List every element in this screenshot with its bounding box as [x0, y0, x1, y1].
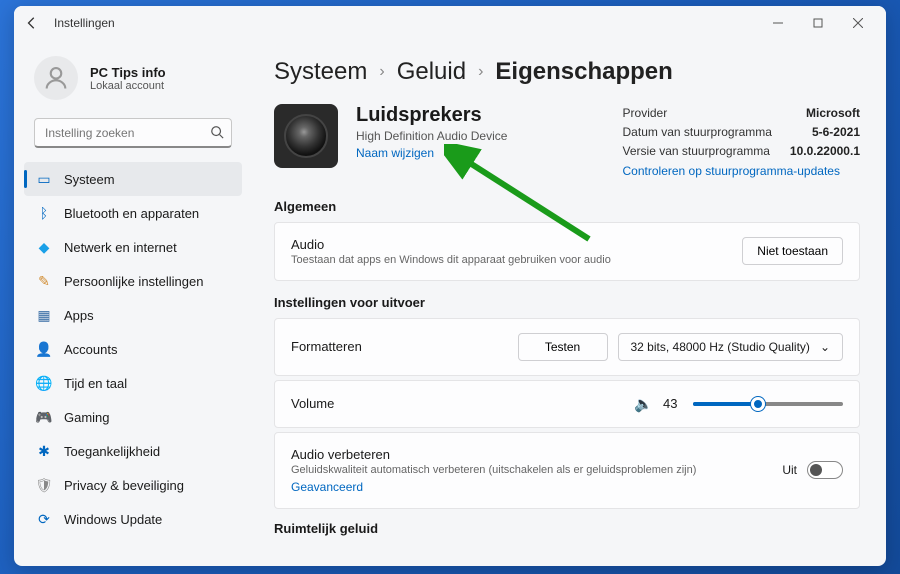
sidebar-item-tijd[interactable]: 🌐 Tijd en taal [24, 366, 242, 400]
section-output: Instellingen voor uitvoer [274, 295, 860, 310]
sidebar-item-systeem[interactable]: ▭ Systeem [24, 162, 242, 196]
sidebar-item-update[interactable]: ⟳ Windows Update [24, 502, 242, 536]
sidebar-item-apps[interactable]: ▦ Apps [24, 298, 242, 332]
chevron-right-icon: › [379, 63, 384, 81]
brush-icon: ✎ [36, 273, 52, 290]
nav-list: ▭ Systeem ᛒ Bluetooth en apparaten ◆ Net… [24, 162, 242, 536]
accessibility-icon: ✱ [36, 443, 52, 460]
disallow-button[interactable]: Niet toestaan [742, 237, 843, 265]
audio-card: Audio Toestaan dat apps en Windows dit a… [274, 222, 860, 281]
shield-icon: 🛡 [36, 477, 52, 494]
section-spatial: Ruimtelijk geluid [274, 521, 860, 536]
enhance-title: Audio verbeteren [291, 447, 782, 462]
volume-slider[interactable] [693, 402, 843, 406]
driver-info: Provider Microsoft Datum van stuurprogram… [623, 104, 860, 181]
driver-version-value: 10.0.22000.1 [790, 142, 860, 161]
sidebar-item-label: Privacy & beveiliging [64, 478, 184, 493]
check-updates-link[interactable]: Controleren op stuurprogramma-updates [623, 164, 840, 178]
sidebar: PC Tips info Lokaal account ▭ Systeem ᛒ … [14, 40, 248, 566]
sidebar-item-label: Tijd en taal [64, 376, 127, 391]
controller-icon: 🎮 [36, 409, 52, 426]
search-icon [210, 125, 224, 142]
format-select[interactable]: 32 bits, 48000 Hz (Studio Quality) ⌄ [618, 333, 844, 361]
format-label: Formatteren [291, 339, 518, 354]
rename-link[interactable]: Naam wijzigen [356, 146, 434, 160]
speaker-icon [274, 104, 338, 168]
sidebar-item-label: Netwerk en internet [64, 240, 177, 255]
search-input[interactable] [34, 118, 232, 148]
window-title: Instellingen [54, 16, 115, 30]
sidebar-item-label: Apps [64, 308, 94, 323]
sidebar-item-persoonlijk[interactable]: ✎ Persoonlijke instellingen [24, 264, 242, 298]
user-name: PC Tips info [90, 65, 166, 80]
enhance-card: Audio verbeteren Geluidskwaliteit automa… [274, 432, 860, 509]
enhance-sub: Geluidskwaliteit automatisch verbeteren … [291, 464, 782, 476]
volume-value: 43 [663, 396, 683, 411]
format-value: 32 bits, 48000 Hz (Studio Quality) [631, 340, 810, 354]
volume-label: Volume [291, 396, 634, 411]
sidebar-item-label: Toegankelijkheid [64, 444, 160, 459]
device-header: Luidsprekers High Definition Audio Devic… [274, 104, 860, 181]
driver-date-label: Datum van stuurprogramma [623, 123, 772, 142]
back-button[interactable] [22, 13, 42, 33]
close-button[interactable] [838, 8, 878, 38]
wifi-icon: ◆ [36, 239, 52, 256]
test-button[interactable]: Testen [518, 333, 608, 361]
sidebar-item-netwerk[interactable]: ◆ Netwerk en internet [24, 230, 242, 264]
breadcrumb: Systeem › Geluid › Eigenschappen [274, 58, 860, 86]
chevron-down-icon: ⌄ [820, 340, 830, 354]
sidebar-item-privacy[interactable]: 🛡 Privacy & beveiliging [24, 468, 242, 502]
speaker-small-icon[interactable]: 🔈 [634, 395, 653, 413]
device-title: Luidsprekers [356, 104, 556, 127]
sidebar-item-label: Accounts [64, 342, 117, 357]
display-icon: ▭ [36, 171, 52, 188]
user-block[interactable]: PC Tips info Lokaal account [24, 48, 242, 114]
globe-icon: 🌐 [36, 375, 52, 392]
format-card: Formatteren Testen 32 bits, 48000 Hz (St… [274, 318, 860, 376]
bluetooth-icon: ᛒ [36, 205, 52, 221]
settings-window: Instellingen PC Tips info Lokaal a [14, 6, 886, 566]
driver-date-value: 5-6-2021 [812, 123, 860, 142]
sidebar-item-label: Gaming [64, 410, 110, 425]
sidebar-item-label: Windows Update [64, 512, 162, 527]
avatar [34, 56, 78, 100]
audio-sub: Toestaan dat apps en Windows dit apparaa… [291, 254, 742, 266]
minimize-button[interactable] [758, 8, 798, 38]
sidebar-item-label: Systeem [64, 172, 115, 187]
enhance-toggle[interactable] [807, 461, 843, 479]
main-panel: Systeem › Geluid › Eigenschappen Luidspr… [248, 40, 886, 566]
sidebar-item-label: Persoonlijke instellingen [64, 274, 203, 289]
apps-icon: ▦ [36, 307, 52, 324]
crumb-systeem[interactable]: Systeem [274, 58, 367, 86]
sidebar-item-bluetooth[interactable]: ᛒ Bluetooth en apparaten [24, 196, 242, 230]
device-subtitle: High Definition Audio Device [356, 129, 556, 143]
user-sub: Lokaal account [90, 80, 166, 92]
driver-version-label: Versie van stuurprogramma [623, 142, 770, 161]
advanced-link[interactable]: Geavanceerd [291, 480, 363, 494]
crumb-geluid[interactable]: Geluid [397, 58, 466, 86]
provider-label: Provider [623, 104, 668, 123]
crumb-eigenschappen: Eigenschappen [495, 58, 672, 86]
person-icon: 👤 [36, 341, 52, 358]
chevron-right-icon: › [478, 63, 483, 81]
refresh-icon: ⟳ [36, 511, 52, 528]
titlebar: Instellingen [14, 6, 886, 40]
volume-card: Volume 🔈 43 [274, 380, 860, 428]
audio-title: Audio [291, 237, 742, 252]
sidebar-item-toegankelijkheid[interactable]: ✱ Toegankelijkheid [24, 434, 242, 468]
sidebar-item-accounts[interactable]: 👤 Accounts [24, 332, 242, 366]
provider-value: Microsoft [806, 104, 860, 123]
section-general: Algemeen [274, 199, 860, 214]
toggle-state: Uit [782, 463, 797, 477]
sidebar-item-gaming[interactable]: 🎮 Gaming [24, 400, 242, 434]
sidebar-item-label: Bluetooth en apparaten [64, 206, 199, 221]
maximize-button[interactable] [798, 8, 838, 38]
